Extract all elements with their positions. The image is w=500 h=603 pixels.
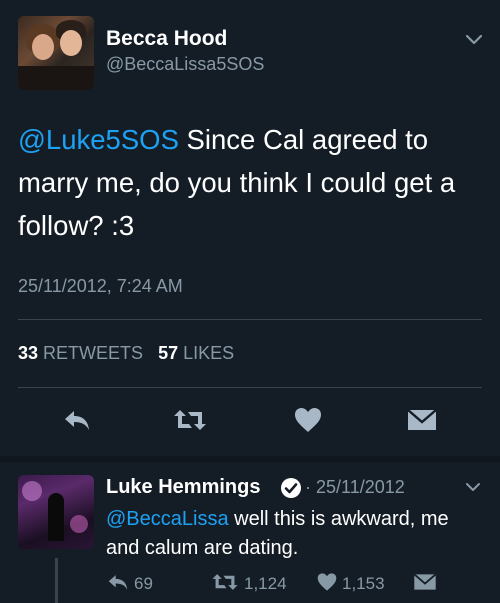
reply-icon bbox=[106, 572, 134, 597]
retweet-icon bbox=[210, 571, 244, 598]
chevron-down-icon[interactable] bbox=[462, 478, 484, 496]
reply-retweet-button[interactable]: 1,124 bbox=[210, 572, 287, 596]
reply-mention-link[interactable]: @BeccaLissa bbox=[106, 508, 229, 530]
retweets-stat[interactable]: 33 RETWEETS bbox=[18, 343, 143, 363]
tweet-mention-link[interactable]: @Luke5SOS bbox=[18, 124, 179, 155]
reply-reply-count: 69 bbox=[134, 574, 153, 593]
envelope-icon bbox=[412, 571, 442, 598]
reply-icon bbox=[62, 407, 92, 438]
author-handle[interactable]: @BeccaLissa5SOS bbox=[106, 54, 264, 75]
retweet-icon bbox=[172, 406, 208, 439]
author-name[interactable]: Becca Hood bbox=[106, 27, 227, 51]
tweet-separator bbox=[0, 456, 500, 462]
reply-dm-button[interactable] bbox=[412, 572, 442, 596]
tweet-text: @Luke5SOS Since Cal agreed to marry me, … bbox=[18, 118, 488, 247]
verified-badge-icon bbox=[280, 477, 302, 499]
reply-like-button[interactable]: 1,153 bbox=[316, 572, 385, 596]
thread-line bbox=[55, 558, 58, 603]
author-avatar[interactable] bbox=[18, 16, 94, 90]
direct-message-button[interactable] bbox=[402, 404, 442, 440]
chevron-down-icon[interactable] bbox=[462, 30, 486, 50]
divider bbox=[18, 387, 482, 388]
reply-like-count: 1,153 bbox=[342, 574, 385, 593]
retweet-button[interactable] bbox=[170, 404, 210, 440]
likes-stat[interactable]: 57 LIKES bbox=[158, 343, 234, 363]
reply-retweet-count: 1,124 bbox=[244, 574, 287, 593]
reply-author-name[interactable]: Luke Hemmings bbox=[106, 476, 260, 499]
heart-icon bbox=[293, 406, 323, 439]
tweet-stats: 33 RETWEETS 57 LIKES bbox=[18, 343, 234, 364]
heart-icon bbox=[316, 572, 342, 597]
divider bbox=[18, 319, 482, 320]
tweet-timestamp[interactable]: 25/11/2012, 7:24 AM bbox=[18, 276, 183, 297]
reply-timestamp[interactable]: · 25/11/2012 bbox=[305, 477, 405, 498]
reply-button[interactable] bbox=[57, 404, 97, 440]
reply-text: @BeccaLissa well this is awkward, me and… bbox=[106, 505, 476, 563]
reply-reply-button[interactable]: 69 bbox=[106, 572, 153, 596]
envelope-icon bbox=[405, 406, 439, 439]
like-button[interactable] bbox=[288, 404, 328, 440]
reply-author-avatar[interactable] bbox=[18, 475, 94, 549]
